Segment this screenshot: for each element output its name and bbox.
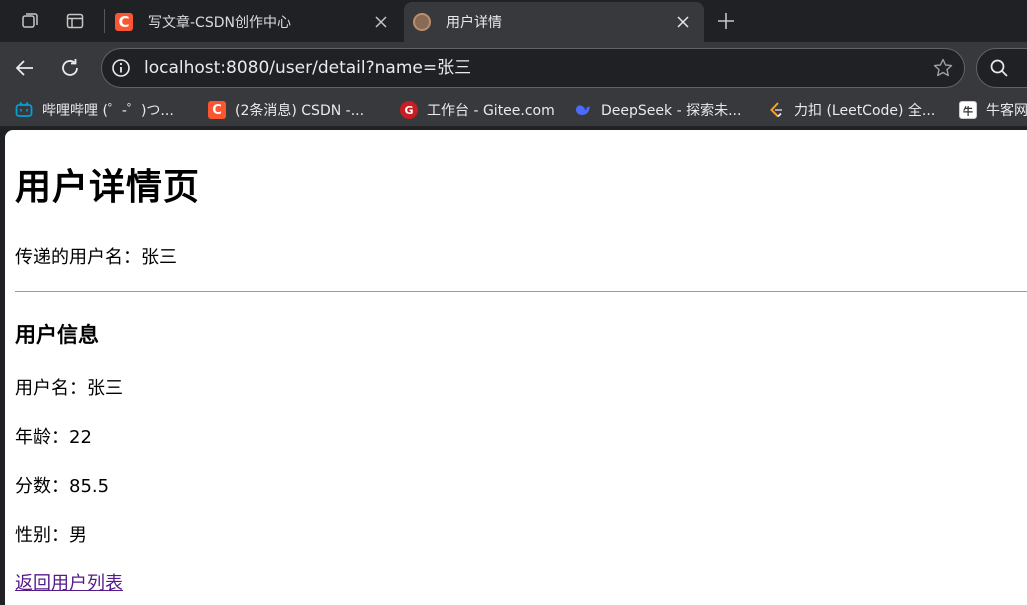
bookmark-label: DeepSeek - 探索未... [601,103,742,119]
bookmarks-bar: 哔哩哔哩 (゜-゜)つ... C (2条消息) CSDN -... G 工作台 … [0,94,1027,126]
tab-close-button[interactable] [370,11,392,33]
passed-username-text: 传递的用户名：张三 [15,247,177,268]
tab-title: 用户详情 [446,15,502,31]
site-icon [413,13,431,31]
reload-button[interactable] [56,54,84,82]
score-field: 分数：85.5 [15,476,110,497]
tab-title: 写文章-CSDN创作中心 [148,15,291,31]
bookmark-label: 牛客网 [986,103,1027,119]
close-icon [375,16,387,28]
back-button[interactable] [11,54,39,82]
bilibili-icon [15,101,33,119]
workspaces-button[interactable] [16,7,44,35]
address-url[interactable]: localhost:8080/user/detail?name=张三 [144,58,471,78]
browser-toolbar: localhost:8080/user/detail?name=张三 [0,42,1027,94]
tab-close-button[interactable] [672,11,694,33]
tab-csdn-editor[interactable]: C 写文章-CSDN创作中心 [110,2,402,42]
bookmark-bilibili[interactable]: 哔哩哔哩 (゜-゜)つ... [15,99,174,121]
address-bar[interactable]: localhost:8080/user/detail?name=张三 [101,48,965,88]
tab-actions-icon [66,13,84,29]
divider [15,291,1027,292]
back-arrow-icon [15,60,33,76]
back-to-list-link[interactable]: 返回用户列表 [15,572,123,596]
search-box[interactable] [976,48,1027,88]
bookmark-label: 工作台 - Gitee.com [427,103,555,119]
bookmark-leetcode[interactable]: 力扣 (LeetCode) 全... [767,99,935,121]
close-icon [677,16,689,28]
tab-user-detail[interactable]: 用户详情 [404,2,704,42]
username-field: 用户名：张三 [15,378,123,399]
tab-separator [104,9,105,33]
search-icon [990,59,1008,77]
section-title: 用户信息 [15,323,99,347]
page-title: 用户详情页 [15,167,201,208]
csdn-icon: C [208,101,226,119]
age-field: 年龄：22 [15,427,92,448]
bookmark-star-icon[interactable] [932,57,954,79]
gitee-icon: G [400,101,418,119]
leetcode-icon [767,101,785,119]
deepseek-icon [574,101,592,119]
bookmark-label: (2条消息) CSDN -... [235,103,365,119]
bookmark-csdn[interactable]: C (2条消息) CSDN -... [208,99,364,121]
gender-field: 性别：男 [15,525,87,546]
bookmark-deepseek[interactable]: DeepSeek - 探索未... [574,99,741,121]
bookmark-nowcoder[interactable]: 牛 牛客网 [959,99,1027,121]
csdn-icon: C [115,13,133,31]
nowcoder-icon: 牛 [959,101,977,119]
page-content: 用户详情页 传递的用户名：张三 用户信息 用户名：张三 年龄：22 分数：85.… [5,130,1027,605]
tab-strip: C 写文章-CSDN创作中心 用户详情 [0,0,1027,42]
bookmark-gitee[interactable]: G 工作台 - Gitee.com [400,99,555,121]
new-tab-button[interactable] [712,7,740,35]
reload-icon [62,59,78,76]
bookmark-label: 力扣 (LeetCode) 全... [794,103,936,119]
site-info-icon[interactable] [111,58,131,78]
workspaces-icon [22,13,38,28]
plus-icon [718,13,734,29]
tab-actions-button[interactable] [61,7,89,35]
bookmark-label: 哔哩哔哩 (゜-゜)つ... [42,103,174,119]
